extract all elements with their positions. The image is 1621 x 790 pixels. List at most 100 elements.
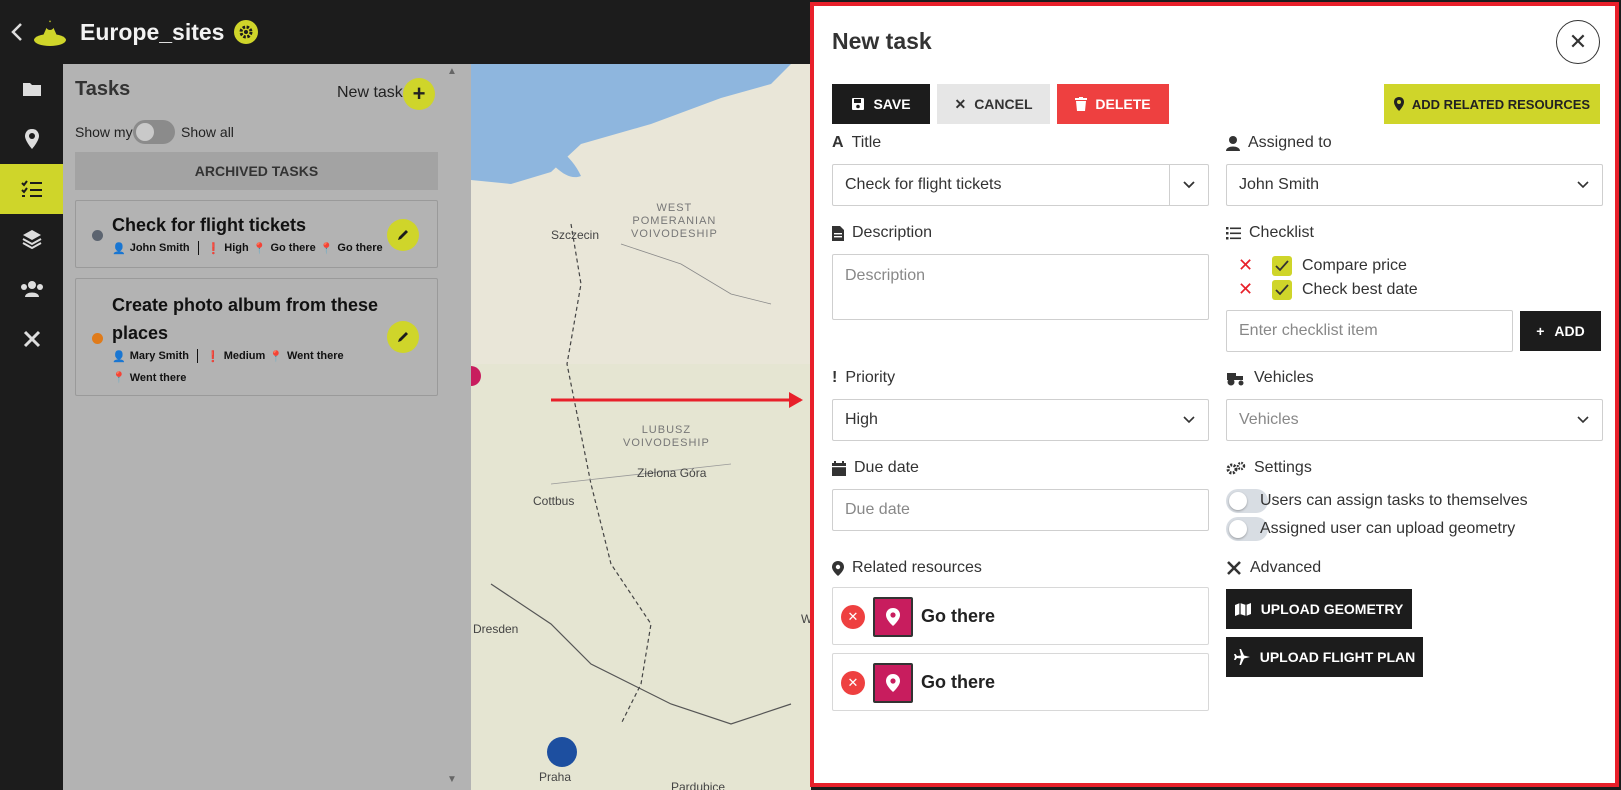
remove-item-icon[interactable]: ✕ <box>1238 255 1272 276</box>
cancel-label: CANCEL <box>974 96 1033 112</box>
close-icon[interactable]: ✕ <box>1556 20 1600 64</box>
scroll-up-arrow[interactable]: ▲ <box>447 66 457 77</box>
settings-label-text: Settings <box>1254 459 1312 476</box>
user-icon <box>1226 135 1240 151</box>
top-bar: Europe_sites <box>0 0 810 64</box>
tools-icon[interactable] <box>0 314 63 364</box>
resource-name: Go there <box>921 606 996 626</box>
checklist-label-text: Checklist <box>1249 224 1314 241</box>
tasks-icon[interactable] <box>0 164 63 214</box>
trash-icon <box>1075 97 1088 111</box>
upload-flight-plan-button[interactable]: UPLOAD FLIGHT PLAN <box>1226 637 1423 677</box>
users-icon[interactable] <box>0 264 63 314</box>
project-title: Europe_sites <box>80 18 225 45</box>
task-priority: Medium <box>223 350 266 362</box>
exclamation-icon: ! <box>832 369 838 386</box>
task-resource: Went there <box>129 371 187 384</box>
priority-select[interactable]: High <box>832 399 1209 441</box>
task-assignee: John Smith <box>129 242 190 254</box>
edit-pencil-icon[interactable] <box>387 219 419 251</box>
checkbox-checked[interactable] <box>1272 279 1292 300</box>
task-status-dot <box>92 230 103 241</box>
tasks-header: Tasks <box>75 78 131 100</box>
add-related-resources-button[interactable]: ADD RELATED RESOURCES <box>1384 84 1600 124</box>
title-value: Check for flight tickets <box>845 176 1002 193</box>
description-label-text: Description <box>852 224 933 241</box>
related-resource-item[interactable]: ✕ Go there <box>832 653 1209 711</box>
map-view[interactable]: Szczecin WEST POMERANIAN VOIVODESHIP LUBUS… <box>471 64 811 790</box>
priority-field-label: ! Priority <box>832 369 895 387</box>
vehicles-select[interactable]: Vehicles <box>1226 399 1603 441</box>
advanced-label: Advanced <box>1226 559 1321 577</box>
vehicles-label-text: Vehicles <box>1254 369 1314 386</box>
save-disk-icon <box>852 98 865 110</box>
map-pin-icon: 📍 <box>112 372 126 384</box>
due-date-input[interactable]: Due date <box>832 489 1209 531</box>
task-resource: Go there <box>337 242 383 254</box>
task-title-line: Create photo album from these <box>112 295 379 315</box>
chevron-down-icon <box>1577 181 1589 189</box>
task-title: Check for flight tickets <box>112 215 307 235</box>
map-pin-icon[interactable] <box>0 114 63 164</box>
checklist-item: ✕ Check best date <box>1238 279 1418 300</box>
assigned-to-label: Assigned to <box>1226 134 1332 152</box>
title-input[interactable]: Check for flight tickets <box>832 164 1209 206</box>
font-icon: A <box>832 134 844 151</box>
priority-icon: ❗ <box>206 242 221 255</box>
task-card[interactable]: Create photo album from these places 👤 Ma… <box>75 278 438 396</box>
related-resources-label: Related resources <box>832 559 982 577</box>
title-field-label: A Title <box>832 134 881 152</box>
map-pin-icon: 📍 <box>269 350 283 363</box>
save-button[interactable]: SAVE <box>832 84 930 124</box>
due-date-label-text: Due date <box>854 459 919 476</box>
map-label-pardubice: Pardubice <box>671 780 726 790</box>
add-related-label: ADD RELATED RESOURCES <box>1411 96 1591 112</box>
folder-icon[interactable] <box>0 64 63 114</box>
tractor-icon <box>1227 372 1244 385</box>
map-label-praha: Praha <box>539 770 572 784</box>
description-field-label: Description <box>832 224 932 242</box>
map-pin-icon: 📍 <box>252 242 267 255</box>
task-title-line: places <box>112 323 169 343</box>
remove-resource-icon[interactable]: ✕ <box>841 605 865 629</box>
vehicles-placeholder: Vehicles <box>1239 411 1299 428</box>
add-checklist-button[interactable]: + ADD <box>1520 311 1601 351</box>
title-label-text: Title <box>851 134 882 151</box>
remove-resource-icon[interactable]: ✕ <box>841 671 865 695</box>
checklist-item-text: Compare price <box>1302 256 1407 274</box>
new-task-plus-button[interactable]: + <box>403 78 435 110</box>
due-date-field-label: Due date <box>832 459 919 477</box>
scroll-down-arrow[interactable]: ▼ <box>447 774 457 785</box>
task-status-dot <box>92 333 103 344</box>
task-resource: Go there <box>270 242 316 254</box>
show-filter-toggle[interactable] <box>133 120 175 144</box>
plane-icon <box>1233 649 1250 665</box>
map-pin-icon <box>832 560 844 576</box>
upload-geometry-label: UPLOAD GEOMETRY <box>1260 601 1404 617</box>
close-icon: ✕ <box>954 95 967 112</box>
edit-pencil-icon[interactable] <box>387 321 419 353</box>
new-task-dialog: New task ✕ SAVE ✕ CANCEL DELETE ADD RELA… <box>810 2 1619 787</box>
app-logo-icon <box>32 14 68 50</box>
cancel-button[interactable]: ✕ CANCEL <box>937 84 1050 124</box>
chevron-down-icon[interactable] <box>1182 177 1196 191</box>
archived-tasks-button[interactable]: ARCHIVED TASKS <box>75 152 438 190</box>
layers-icon[interactable] <box>0 214 63 264</box>
remove-item-icon[interactable]: ✕ <box>1238 279 1272 300</box>
back-chevron-icon[interactable] <box>4 0 30 64</box>
vehicles-label: Vehicles <box>1226 369 1314 387</box>
description-textarea[interactable]: Description <box>832 254 1209 320</box>
upload-geometry-button[interactable]: UPLOAD GEOMETRY <box>1226 589 1412 629</box>
gear-icon[interactable] <box>234 20 259 44</box>
delete-label: DELETE <box>1095 96 1151 112</box>
map-pin-icon <box>873 663 913 703</box>
checkbox-checked[interactable] <box>1272 255 1292 276</box>
checklist-item-text: Check best date <box>1302 280 1418 298</box>
checklist-input[interactable]: Enter checklist item <box>1226 310 1513 352</box>
assigned-to-select[interactable]: John Smith <box>1226 164 1603 206</box>
related-resource-item[interactable]: ✕ Go there <box>832 587 1209 645</box>
delete-button[interactable]: DELETE <box>1057 84 1169 124</box>
map-pin-icon <box>873 597 913 637</box>
new-task-label[interactable]: New task <box>337 84 403 102</box>
task-card[interactable]: Check for flight tickets 👤 John Smith ❗ Hi… <box>75 200 438 268</box>
